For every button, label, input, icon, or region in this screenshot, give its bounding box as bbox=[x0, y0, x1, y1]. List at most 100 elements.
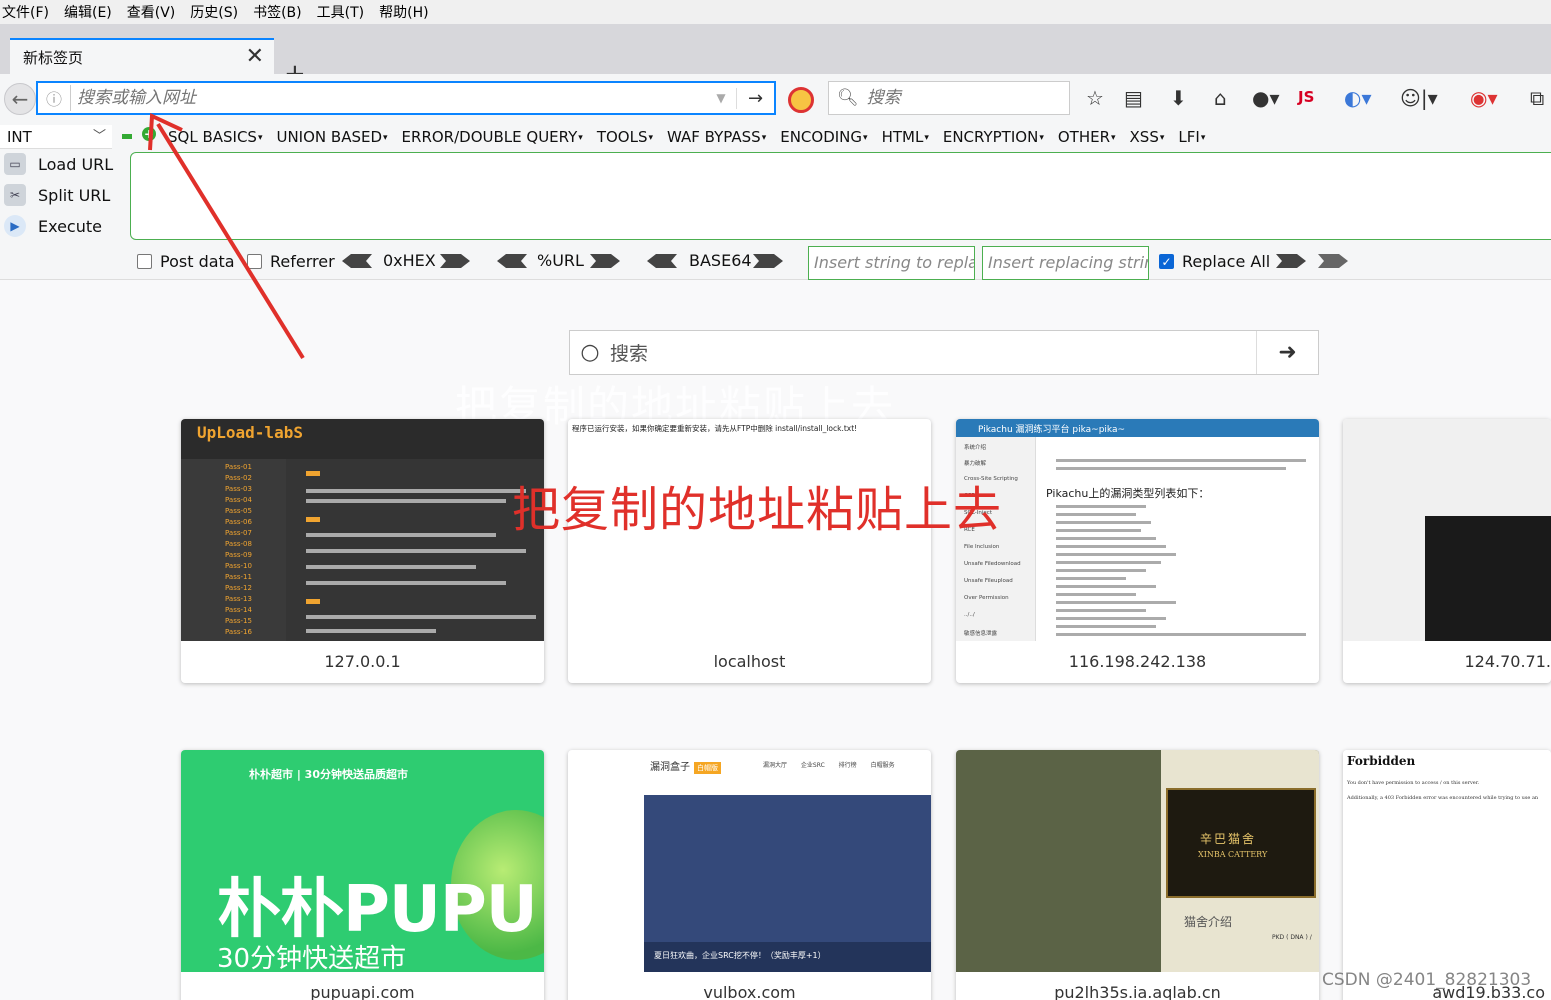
close-icon[interactable]: ✕ bbox=[246, 46, 264, 68]
top-site-tile-4[interactable]: 124.70.71. bbox=[1343, 419, 1551, 683]
type-select-value: INT bbox=[7, 128, 32, 146]
checkbox-box[interactable] bbox=[247, 254, 262, 269]
url-bar[interactable]: ⓘ ▼ → bbox=[36, 81, 776, 115]
hex-decode-arrow-icon[interactable] bbox=[342, 254, 372, 268]
type-select[interactable]: INT ﹀ bbox=[0, 125, 112, 149]
search-go-arrow-icon[interactable]: ➜ bbox=[1256, 331, 1318, 374]
globe-icon[interactable]: ●▾ bbox=[1252, 86, 1280, 110]
split-url-button[interactable]: ✂ Split URL bbox=[4, 181, 124, 209]
hackbar-menu-sql-basics[interactable]: SQL BASICS bbox=[168, 128, 262, 146]
tab-new-tab[interactable]: 新标签页 ✕ bbox=[10, 38, 274, 74]
pass-item: Pass-09 bbox=[225, 551, 252, 559]
cattery-sign-en: XINBA CATTERY bbox=[1198, 850, 1268, 859]
url-dropdown-icon[interactable]: ▼ bbox=[706, 91, 736, 105]
top-site-tile-2[interactable]: 程序已运行安装，如果你确定要重新安装，请先从FTP中删除 install/ins… bbox=[568, 419, 931, 683]
url-input[interactable] bbox=[70, 85, 706, 111]
checkbox-box[interactable] bbox=[137, 254, 152, 269]
navigation-toolbar: ← ⓘ ▼ → 🔍︎ ☆ ▤ ⬇ ⌂ ●▾ JS ◐▾ ☺|▾ ◉▾ ⧉ bbox=[0, 74, 1551, 122]
text-line bbox=[306, 549, 526, 553]
hackbar-menu-html[interactable]: HTML bbox=[882, 128, 929, 146]
pass-item: Pass-03 bbox=[225, 485, 252, 493]
cattery-sign-cn: 辛巴猫舍 bbox=[1200, 832, 1257, 846]
top-site-tile-6[interactable]: 漏洞盒子 白帽版 漏洞大厅 企业SRC 排行榜 白帽服务 夏日狂欢曲，企业SRC挖… bbox=[568, 750, 931, 1000]
menu-file[interactable]: 文件(F) bbox=[2, 2, 49, 22]
pass-item: Pass-16 bbox=[225, 628, 252, 636]
search-input[interactable] bbox=[866, 88, 1057, 108]
vulbox-message: 夏日狂欢曲，企业SRC挖不停！（奖励丰厚+1） bbox=[654, 951, 826, 960]
hackbar-url-textarea[interactable] bbox=[130, 152, 1551, 240]
back-arrow-icon[interactable]: ← bbox=[4, 83, 36, 115]
replacing-string-input[interactable]: Insert replacing string bbox=[982, 246, 1149, 280]
checkmark-icon[interactable]: ✓ bbox=[1159, 254, 1174, 269]
top-site-tile-1[interactable]: UpLoad-labS Pass-01 Pass-02 Pass-03 Pass… bbox=[181, 419, 544, 683]
cattery-sign: 辛巴猫舍 XINBA CATTERY bbox=[1166, 788, 1316, 898]
pupu-headline: 朴朴PUPU bbox=[217, 873, 538, 947]
pass-item: Pass-04 bbox=[225, 496, 252, 504]
hackbar-menu-encoding[interactable]: ENCODING bbox=[780, 128, 867, 146]
info-icon[interactable]: ⓘ bbox=[46, 86, 70, 110]
load-url-button[interactable]: ▭ Load URL bbox=[4, 150, 124, 178]
search-icon: 🔍︎ bbox=[837, 88, 859, 108]
execute-button[interactable]: ▶ Execute bbox=[4, 212, 124, 240]
go-arrow-icon[interactable]: → bbox=[736, 87, 774, 109]
tile-label: pu2lh35s.ia.aqlab.cn bbox=[1054, 983, 1221, 1000]
execute-label: Execute bbox=[38, 216, 102, 236]
post-data-label: Post data bbox=[160, 252, 235, 271]
minus-icon[interactable] bbox=[122, 134, 132, 139]
hackbar-menu-other[interactable]: OTHER bbox=[1058, 128, 1116, 146]
replace-string-input[interactable]: Insert string to replace bbox=[808, 246, 975, 280]
url-decode-arrow-icon[interactable] bbox=[497, 254, 527, 268]
proxy-icon[interactable]: ◐▾ bbox=[1344, 86, 1372, 110]
noscript-icon[interactable] bbox=[788, 87, 814, 113]
tile-label: pupuapi.com bbox=[310, 983, 415, 1000]
replace-arrow-icon[interactable] bbox=[1276, 254, 1306, 268]
replace-all-checkbox[interactable]: ✓ Replace All bbox=[1159, 252, 1270, 271]
tab-strip: 新标签页 ✕ + bbox=[0, 24, 1551, 87]
overflow-icon[interactable]: ⧉ bbox=[1530, 86, 1544, 110]
hackbar-toggle-icon[interactable]: ◉▾ bbox=[1470, 86, 1498, 110]
base64-decode-arrow-icon[interactable] bbox=[647, 254, 677, 268]
top-site-tile-5[interactable]: 朴朴超市 | 30分钟快送品质超市 朴朴PUPU 30分钟快送超市 pupuap… bbox=[181, 750, 544, 1000]
menu-history[interactable]: 历史(S) bbox=[190, 2, 238, 22]
replace-next-arrow-icon[interactable] bbox=[1318, 254, 1348, 268]
split-url-label: Split URL bbox=[38, 185, 111, 205]
hackbar-menu-tools[interactable]: TOOLS bbox=[597, 128, 653, 146]
upload-labs-logo: UpLoad-labS bbox=[197, 423, 303, 442]
top-site-tile-7[interactable]: 辛巴猫舍 XINBA CATTERY 猫舍介绍 PKD ( DNA ) / pu… bbox=[956, 750, 1319, 1000]
menu-tools[interactable]: 工具(T) bbox=[317, 2, 364, 22]
hackbar-menu-error-double-query[interactable]: ERROR/DOUBLE QUERY bbox=[402, 128, 583, 146]
referrer-label: Referrer bbox=[270, 252, 335, 271]
js-toggle-icon[interactable]: JS bbox=[1298, 88, 1314, 106]
plus-icon[interactable]: + bbox=[142, 127, 156, 141]
top-site-tile-3[interactable]: Pikachu 漏洞练习平台 pika~pika~ 系统介绍 暴力破解 Cros… bbox=[956, 419, 1319, 683]
hex-encode-arrow-icon[interactable] bbox=[440, 254, 470, 268]
home-icon[interactable]: ⌂ bbox=[1214, 86, 1227, 110]
referrer-checkbox[interactable]: Referrer bbox=[247, 252, 335, 271]
base64-encode-arrow-icon[interactable] bbox=[753, 254, 783, 268]
pikachu-menu-item: 系统介绍 bbox=[964, 445, 987, 451]
menu-view[interactable]: 查看(V) bbox=[127, 2, 176, 22]
cookie-icon[interactable]: ☺|▾ bbox=[1400, 86, 1438, 110]
url-encode-arrow-icon[interactable] bbox=[590, 254, 620, 268]
download-icon[interactable]: ⬇ bbox=[1170, 86, 1187, 110]
hackbar-menu-waf-bypass[interactable]: WAF BYPASS bbox=[667, 128, 766, 146]
pupu-subline: 30分钟快送超市 bbox=[217, 944, 407, 972]
tile-thumbnail: 辛巴猫舍 XINBA CATTERY 猫舍介绍 PKD ( DNA ) / bbox=[956, 750, 1319, 972]
menu-bookmarks[interactable]: 书签(B) bbox=[253, 2, 302, 22]
hackbar-menu-encryption[interactable]: ENCRYPTION bbox=[943, 128, 1044, 146]
text-line bbox=[306, 565, 476, 569]
bookmark-star-icon[interactable]: ☆ bbox=[1086, 86, 1104, 110]
menu-edit[interactable]: 编辑(E) bbox=[64, 2, 112, 22]
reading-list-icon[interactable]: ▤ bbox=[1124, 86, 1143, 110]
new-tab-page: ○ 搜索 ➜ 把复制的地址粘贴上去 UpLoad-labS Pass-01 Pa… bbox=[0, 281, 1551, 1000]
pass-item: Pass-11 bbox=[225, 573, 252, 581]
hackbar-menu-union-based[interactable]: UNION BASED bbox=[276, 128, 387, 146]
hackbar-menu-xss[interactable]: XSS bbox=[1130, 128, 1165, 146]
hackbar-menu-lfi[interactable]: LFI bbox=[1178, 128, 1205, 146]
post-data-checkbox[interactable]: Post data bbox=[137, 252, 235, 271]
top-site-tile-8[interactable]: Forbidden You don't have permission to a… bbox=[1343, 750, 1551, 1000]
search-bar[interactable]: 🔍︎ bbox=[828, 81, 1070, 115]
menu-help[interactable]: 帮助(H) bbox=[379, 2, 428, 22]
newtab-search-box[interactable]: ○ 搜索 ➜ bbox=[569, 330, 1319, 375]
section-heading bbox=[306, 517, 320, 522]
